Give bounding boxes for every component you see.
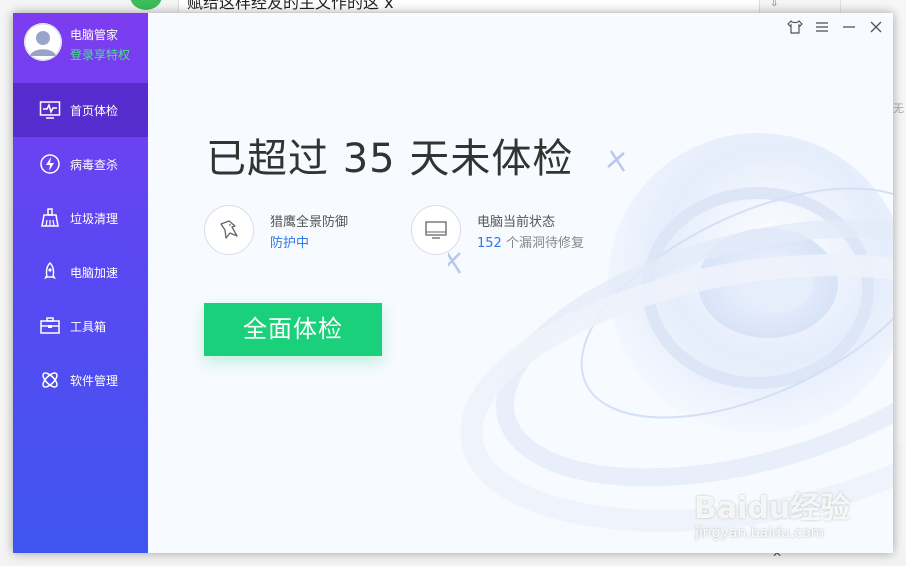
minimize-icon bbox=[842, 26, 855, 28]
sidebar-item-home-checkup[interactable]: 首页体检 bbox=[13, 83, 148, 137]
titlebar-buttons bbox=[784, 19, 887, 39]
baidu-watermark-url: jingyan.baidu.com bbox=[695, 525, 825, 541]
login-link[interactable]: 登录享特权 bbox=[70, 46, 130, 63]
background-right-text: 无 bbox=[893, 102, 904, 115]
background-title-strip: 赋给这样经友的主文作的这 x bbox=[178, 0, 760, 12]
background-bottom-strip bbox=[0, 553, 906, 566]
toolbox-icon bbox=[40, 317, 60, 334]
pc-status-title: 电脑当前状态 bbox=[477, 215, 556, 230]
sidebar-item-label: 首页体检 bbox=[70, 104, 119, 118]
sidebar-item-virus-scan[interactable]: 病毒查杀 bbox=[13, 137, 148, 191]
defense-status-value: 防护中 bbox=[270, 236, 310, 251]
baidu-watermark: Baidu经验 bbox=[694, 491, 851, 526]
eagle-icon bbox=[220, 220, 238, 239]
lightning-shield-icon bbox=[40, 154, 60, 174]
sidebar-item-speedup[interactable]: 电脑加速 bbox=[13, 245, 148, 299]
user-avatar-icon bbox=[24, 23, 62, 61]
monitor-icon bbox=[425, 221, 447, 239]
pc-status-value[interactable]: 152 个漏洞待修复 bbox=[477, 232, 584, 251]
pc-status-icon-circle bbox=[411, 205, 461, 255]
checkup-headline: 已超过 35 天未体检 bbox=[206, 136, 574, 182]
sidebar-item-label: 垃圾清理 bbox=[70, 212, 119, 226]
vulnerability-text: 个漏洞待修复 bbox=[501, 236, 584, 251]
globe-decoration bbox=[448, 133, 893, 532]
pc-status-card[interactable]: 电脑当前状态 152 个漏洞待修复 bbox=[411, 205, 631, 257]
main-panel: 已超过 35 天未体检 猎鹰全景防御 防护中 电脑当前状态 152 个漏洞待修复 bbox=[148, 13, 893, 553]
skin-button[interactable] bbox=[784, 19, 806, 39]
defense-status-card[interactable]: 猎鹰全景防御 防护中 bbox=[204, 205, 394, 257]
pc-manager-window: 电脑管家 登录享特权 首页体检 病毒查杀 垃圾清理 电脑加速 工具箱 软件管理 … bbox=[13, 13, 893, 553]
rocket-icon bbox=[44, 261, 56, 279]
minimize-button[interactable] bbox=[838, 19, 860, 39]
broom-icon bbox=[41, 208, 59, 227]
close-icon bbox=[870, 21, 882, 33]
avatar[interactable] bbox=[24, 23, 62, 61]
sidebar-item-label: 工具箱 bbox=[70, 320, 107, 334]
monitor-pulse-icon bbox=[39, 101, 61, 119]
user-name: 电脑管家 bbox=[70, 28, 119, 42]
sidebar-item-toolbox[interactable]: 工具箱 bbox=[13, 299, 148, 353]
user-block: 电脑管家 登录享特权 bbox=[13, 13, 148, 83]
shirt-icon bbox=[786, 19, 803, 34]
background-title: 赋给这样经友的主文作的这 x bbox=[187, 0, 394, 12]
sidebar-nav: 首页体检 病毒查杀 垃圾清理 电脑加速 工具箱 软件管理 bbox=[13, 83, 148, 407]
full-checkup-button[interactable]: 全面体检 bbox=[204, 303, 382, 356]
sidebar-item-software-manager[interactable]: 软件管理 bbox=[13, 353, 148, 407]
defense-status-title: 猎鹰全景防御 bbox=[270, 215, 349, 230]
sidebar: 电脑管家 登录享特权 首页体检 病毒查杀 垃圾清理 电脑加速 工具箱 软件管理 bbox=[13, 13, 148, 553]
menu-icon bbox=[815, 22, 828, 32]
menu-button[interactable] bbox=[811, 19, 833, 39]
sidebar-item-label: 病毒查杀 bbox=[70, 158, 119, 172]
sidebar-item-label: 电脑加速 bbox=[70, 266, 119, 280]
defense-status-icon-circle bbox=[204, 205, 254, 255]
apps-icon bbox=[42, 372, 58, 388]
sidebar-item-junk-clean[interactable]: 垃圾清理 bbox=[13, 191, 148, 245]
sidebar-item-label: 软件管理 bbox=[70, 374, 119, 388]
close-button[interactable] bbox=[865, 19, 887, 39]
vulnerability-count: 152 bbox=[477, 236, 502, 251]
background-download-icon: ⇩ bbox=[770, 0, 779, 9]
background-green-badge bbox=[130, 0, 162, 10]
